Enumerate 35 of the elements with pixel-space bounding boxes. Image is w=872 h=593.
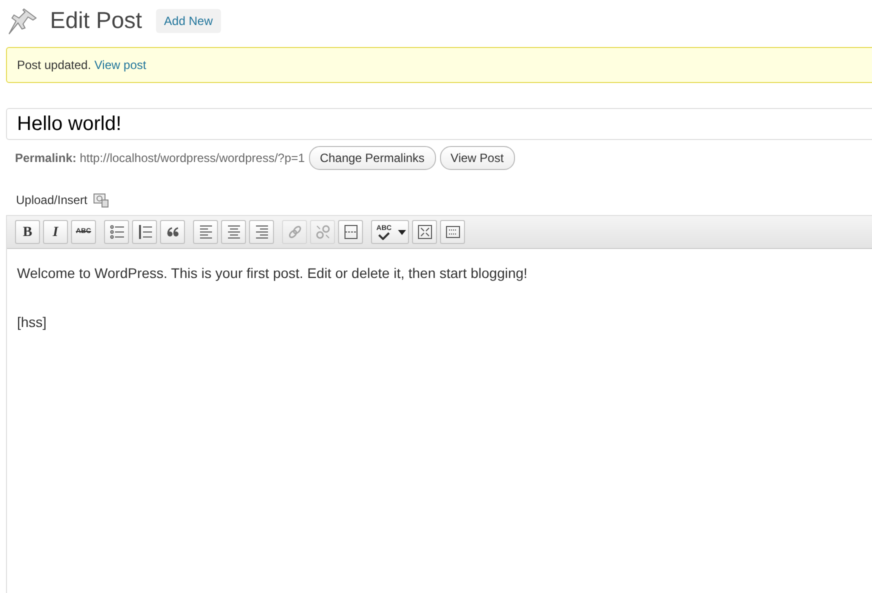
fullscreen-icon [418,225,432,239]
permalink-text: Permalink: http://localhost/wordpress/wordpress/?p=1 [15,150,305,167]
view-post-link[interactable]: View post [94,58,146,72]
body-paragraph: [hss] [17,313,48,332]
toolbar-button[interactable] [249,220,274,244]
toolbar-button[interactable]: B [15,220,40,244]
quote-icon [166,225,180,239]
checkmark-icon [378,232,390,240]
body-paragraph: Welcome to WordPress. This is your first post. Edit or delete it, then start blogging! [17,264,528,283]
page-title: Edit Post [50,7,142,35]
media-icon[interactable] [93,192,110,208]
toolbar-button[interactable] [440,220,465,244]
add-new-button[interactable]: Add New [156,9,221,33]
align-left-icon [198,225,212,239]
notice-text: Post updated. View post [17,58,146,72]
page-break-icon [344,225,358,239]
title-field[interactable]: Hello world! [6,108,872,140]
toolbar-button[interactable] [104,220,129,244]
toolbar-button[interactable]: I [43,220,68,244]
align-center-icon [226,225,240,239]
toolbar-button[interactable] [193,220,218,244]
toolbar-button[interactable] [160,220,185,244]
toolbar-button[interactable] [132,220,157,244]
toolbar-button[interactable] [221,220,246,244]
keyboard-icon [446,225,460,239]
toolbar-button[interactable] [338,220,363,244]
caret-icon [398,230,406,234]
bullet-list-icon [110,225,124,239]
upload-insert-label: Upload/Insert [16,192,88,209]
chain-link-icon [288,225,302,239]
toolbar-button[interactable] [412,220,437,244]
align-right-icon [254,225,268,239]
permalink-button[interactable]: Change Permalinks [308,146,436,170]
permalink-button[interactable]: View Post [440,146,515,170]
broken-link-icon [316,225,330,239]
